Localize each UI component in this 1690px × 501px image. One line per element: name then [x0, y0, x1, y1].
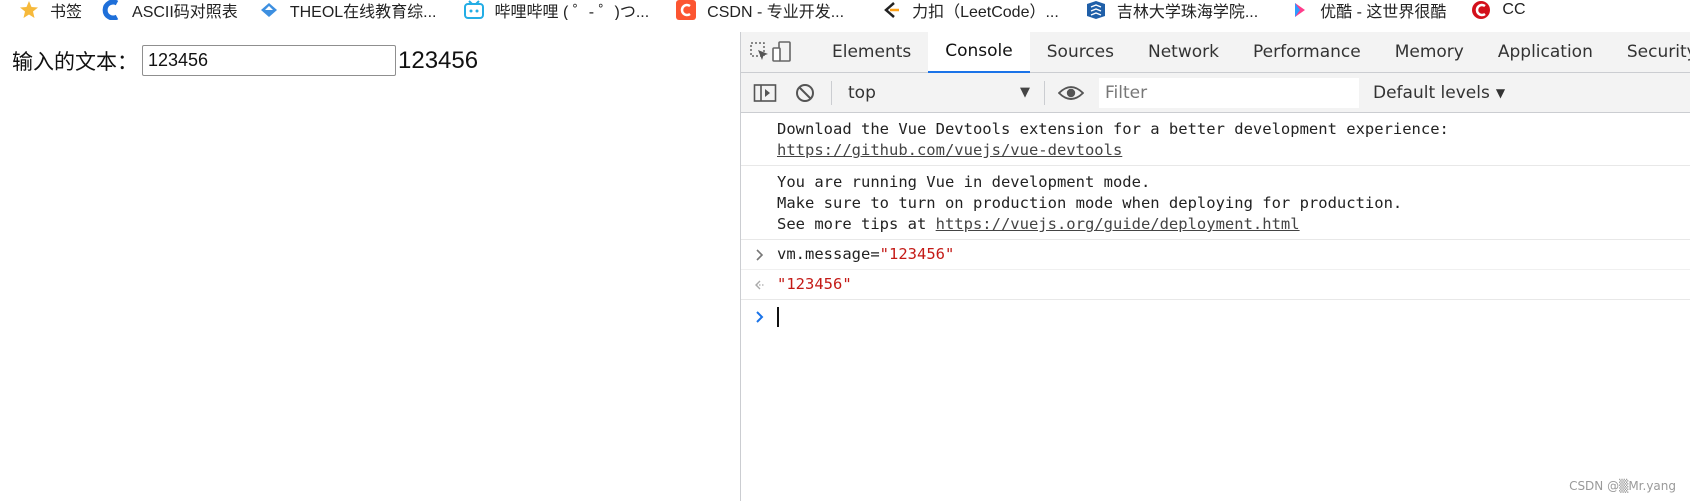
bookmark-jlu[interactable]: 吉林大学珠海学院... [1085, 0, 1258, 20]
bookmark-label: 书签 [50, 4, 83, 20]
devtools-panel: Elements Console Sources Network Perform… [740, 31, 1690, 501]
result-value: "123456" [777, 275, 852, 293]
console-message: Download the Vue Devtools extension for … [741, 113, 1690, 166]
bookmark-theol[interactable]: THEOL在线教育综... [258, 0, 437, 20]
levels-label: Default levels [1373, 82, 1490, 103]
tab-performance[interactable]: Performance [1236, 32, 1378, 73]
console-input-entry: vm.message="123456" [741, 240, 1690, 270]
context-value: top [848, 82, 876, 103]
eye-icon[interactable] [1051, 73, 1091, 113]
message-text: You are running Vue in development mode. [777, 173, 1151, 191]
cc-icon [1470, 0, 1492, 20]
jlu-icon [1085, 0, 1107, 20]
dropdown-arrow-icon: ▼ [1495, 85, 1506, 100]
message-text-line: See more tips at https://vuejs.org/guide… [777, 214, 1680, 235]
c-logo-icon [100, 0, 122, 20]
sidebar-toggle-icon[interactable] [745, 73, 785, 113]
bookmark-folder[interactable]: 书签 [18, 0, 82, 20]
input-row: 输入的文本： 123456 [12, 45, 478, 76]
command-text: vm.message= [777, 245, 880, 263]
youku-icon [1288, 0, 1310, 20]
tab-application[interactable]: Application [1481, 32, 1610, 73]
bookmark-cc[interactable]: CC [1470, 0, 1526, 20]
tab-elements[interactable]: Elements [815, 32, 928, 73]
input-label: 输入的文本： [12, 49, 138, 74]
dropdown-arrow-icon: ▼ [1020, 85, 1030, 100]
inspect-element-icon[interactable] [749, 32, 771, 73]
tab-network[interactable]: Network [1131, 32, 1236, 73]
console-prompt[interactable] [741, 300, 1690, 331]
bookmark-label: 哔哩哔哩 ( ゜- ゜)つ... [494, 4, 650, 20]
theol-icon [258, 0, 280, 20]
tab-memory[interactable]: Memory [1378, 32, 1481, 73]
devtools-tabbar: Elements Console Sources Network Perform… [741, 31, 1690, 73]
deployment-link[interactable]: https://vuejs.org/guide/deployment.html [936, 215, 1300, 233]
clear-console-icon[interactable] [785, 73, 825, 113]
tab-security[interactable]: Security [1610, 32, 1690, 73]
bookmark-label: 吉林大学珠海学院... [1116, 4, 1259, 20]
string-literal: "123456" [879, 245, 955, 263]
chevron-right-icon [751, 244, 769, 265]
filter-input[interactable] [1099, 77, 1359, 108]
bookmark-label: 优酷 - 这世界很酷 [1320, 4, 1447, 20]
watermark: CSDN @▒Mr.yang [1569, 479, 1676, 493]
bookmark-label: 力扣（LeetCode）... [912, 4, 1059, 20]
bookmark-leetcode[interactable]: 力扣（LeetCode）... [880, 0, 1059, 20]
return-arrow-icon [751, 274, 769, 295]
tab-sources[interactable]: Sources [1030, 32, 1131, 73]
bookmark-label: CC [1502, 1, 1526, 18]
tab-console[interactable]: Console [928, 31, 1030, 73]
console-output: Download the Vue Devtools extension for … [741, 113, 1690, 331]
message-text: Make sure to turn on production mode whe… [777, 194, 1403, 212]
toolbar-divider [1044, 80, 1045, 105]
text-caret [777, 306, 779, 327]
bookmark-label: THEOL在线教育综... [289, 4, 437, 20]
toolbar-divider [831, 80, 832, 105]
leetcode-icon [880, 0, 902, 20]
message-text: Download the Vue Devtools extension for … [777, 120, 1449, 138]
console-result-entry: "123456" [741, 270, 1690, 300]
bilibili-icon [463, 0, 485, 20]
echo-text: 123456 [398, 46, 479, 74]
console-message: You are running Vue in development mode.… [741, 166, 1690, 240]
bookmark-ascii[interactable]: ASCII码对照表 [100, 0, 238, 20]
bookmark-csdn[interactable]: CSDN - 专业开发... [675, 0, 844, 20]
log-levels-dropdown[interactable]: Default levels ▼ [1373, 83, 1505, 103]
devtools-link[interactable]: https://github.com/vuejs/vue-devtools [777, 141, 1122, 159]
text-input[interactable] [142, 45, 396, 76]
bookmark-label: ASCII码对照表 [132, 4, 238, 20]
bookmark-label: CSDN - 专业开发... [707, 4, 845, 20]
console-toolbar: top ▼ Default levels ▼ [741, 73, 1690, 113]
page-content: 输入的文本： 123456 [0, 20, 740, 501]
context-select[interactable]: top ▼ [838, 78, 1038, 108]
prompt-chevron-icon [751, 306, 769, 327]
bookmarks-bar: 书签 ASCII码对照表 THEOL在线教育综... 哔哩哔哩 ( ゜- ゜)つ… [0, 0, 1690, 20]
bookmark-bilibili[interactable]: 哔哩哔哩 ( ゜- ゜)つ... [463, 0, 650, 20]
csdn-icon [675, 0, 697, 20]
bookmark-youku[interactable]: 优酷 - 这世界很酷 [1288, 0, 1446, 20]
message-text: See more tips at [777, 215, 936, 233]
device-toolbar-icon[interactable] [771, 32, 793, 73]
star-icon [18, 0, 40, 20]
